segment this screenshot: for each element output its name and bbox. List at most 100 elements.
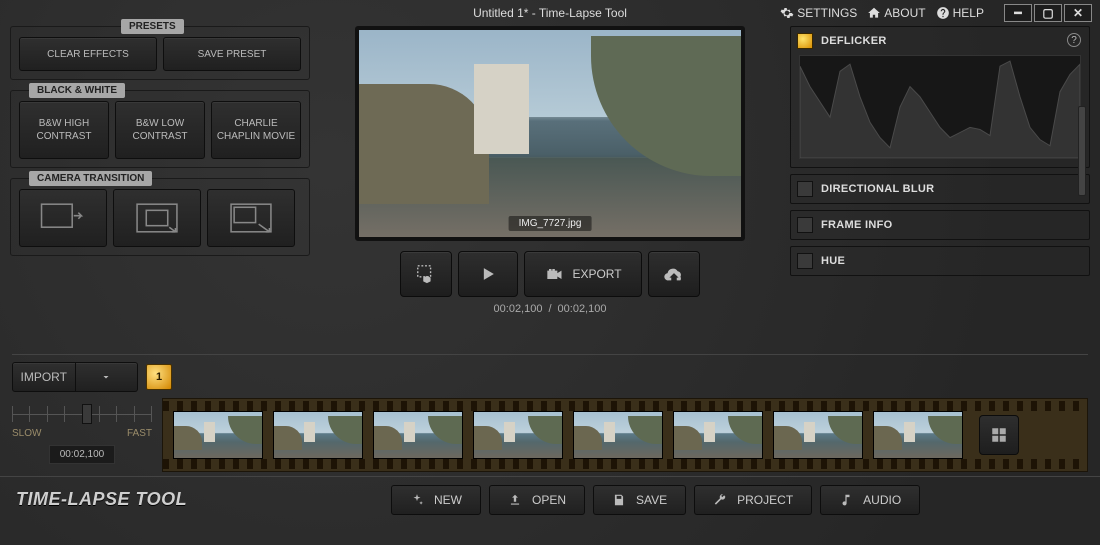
window-close-button[interactable]: ✕	[1064, 4, 1092, 22]
save-button[interactable]: SAVE	[593, 485, 686, 515]
region-icon	[415, 263, 437, 285]
speed-slider[interactable]	[12, 402, 152, 426]
open-button[interactable]: OPEN	[489, 485, 585, 515]
timeline-ruler[interactable]	[12, 348, 1088, 360]
black-white-group: BLACK & WHITE B&W HIGH CONTRAST B&W LOW …	[10, 90, 310, 168]
hue-label: HUE	[821, 255, 845, 267]
presets-group-label: PRESETS	[121, 19, 184, 34]
preview-viewport[interactable]: IMG_7727.jpg	[355, 26, 745, 241]
effects-scrollbar[interactable]	[1078, 106, 1086, 196]
import-dropdown-button[interactable]	[76, 362, 139, 392]
filmstrip-frame[interactable]	[773, 411, 863, 459]
black-white-group-label: BLACK & WHITE	[29, 83, 125, 98]
region-select-button[interactable]	[400, 251, 452, 297]
camera-transition-group-label: CAMERA TRANSITION	[29, 171, 152, 186]
menu-help-label: HELP	[953, 6, 984, 20]
filmstrip-frame[interactable]	[273, 411, 363, 459]
deflicker-graph	[799, 55, 1081, 159]
hue-toggle[interactable]	[797, 253, 813, 269]
filmstrip-frame[interactable]	[373, 411, 463, 459]
menu-settings-label: SETTINGS	[797, 6, 857, 20]
transition-in-icon	[134, 201, 180, 235]
deflicker-help-icon[interactable]: ?	[1067, 33, 1081, 47]
cloud-upload-icon	[663, 263, 685, 285]
speed-control: SLOW FAST 00:02,100	[12, 398, 152, 464]
presets-group: PRESETS CLEAR EFFECTS SAVE PRESET	[10, 26, 310, 80]
effect-frame-info[interactable]: FRAME INFO	[790, 210, 1090, 240]
play-icon	[478, 264, 498, 284]
menu-settings[interactable]: SETTINGS	[780, 6, 857, 20]
save-preset-button[interactable]: SAVE PRESET	[163, 37, 301, 71]
camera-transition-group: CAMERA TRANSITION	[10, 178, 310, 256]
grid-icon	[990, 426, 1008, 444]
deflicker-toggle[interactable]	[797, 33, 813, 49]
speed-slider-thumb[interactable]	[82, 404, 92, 424]
frame-info-toggle[interactable]	[797, 217, 813, 233]
deflicker-label: DEFLICKER	[821, 35, 887, 47]
export-button[interactable]: EXPORT	[524, 251, 642, 297]
speed-fast-label: FAST	[127, 428, 152, 439]
timecode-sep: /	[548, 303, 551, 315]
top-menu: SETTINGS ABOUT HELP ━ ▢ ✕	[780, 0, 1092, 26]
frame-info-label: FRAME INFO	[821, 219, 892, 231]
filmstrip[interactable]	[162, 398, 1088, 472]
transition-out-icon	[228, 201, 274, 235]
filmstrip-frame[interactable]	[673, 411, 763, 459]
project-label: PROJECT	[737, 493, 793, 507]
import-button[interactable]: IMPORT	[12, 362, 76, 392]
window-controls: ━ ▢ ✕	[1004, 4, 1092, 22]
export-label: EXPORT	[572, 267, 621, 281]
gear-icon	[780, 6, 794, 20]
project-button[interactable]: PROJECT	[694, 485, 812, 515]
window-minimize-button[interactable]: ━	[1004, 4, 1032, 22]
play-button[interactable]	[458, 251, 518, 297]
save-icon	[612, 493, 626, 507]
filmstrip-grid-button[interactable]	[979, 415, 1019, 455]
camera-transition-right-button[interactable]	[19, 189, 107, 247]
open-label: OPEN	[532, 493, 566, 507]
new-button[interactable]: NEW	[391, 485, 481, 515]
menu-about[interactable]: ABOUT	[867, 6, 925, 20]
camera-transition-out-button[interactable]	[207, 189, 295, 247]
effect-hue[interactable]: HUE	[790, 246, 1090, 276]
window-maximize-button[interactable]: ▢	[1034, 4, 1062, 22]
home-icon	[867, 6, 881, 20]
charlie-chaplin-button[interactable]: CHARLIE CHAPLIN MOVIE	[211, 101, 301, 159]
menu-about-label: ABOUT	[884, 6, 925, 20]
directional-blur-toggle[interactable]	[797, 181, 813, 197]
help-icon	[936, 6, 950, 20]
clip-chip-1[interactable]: 1	[146, 364, 172, 390]
filmstrip-frame[interactable]	[473, 411, 563, 459]
chevron-down-icon	[100, 371, 112, 383]
filmstrip-frame[interactable]	[173, 411, 263, 459]
timecode-total: 00:02,100	[558, 303, 607, 315]
music-icon	[839, 493, 853, 507]
directional-blur-label: DIRECTIONAL BLUR	[821, 183, 934, 195]
save-label: SAVE	[636, 493, 667, 507]
bw-low-contrast-button[interactable]: B&W LOW CONTRAST	[115, 101, 205, 159]
filmstrip-frame[interactable]	[873, 411, 963, 459]
audio-label: AUDIO	[863, 493, 901, 507]
window-title: Untitled 1* - Time-Lapse Tool	[473, 6, 627, 20]
speed-slow-label: SLOW	[12, 428, 41, 439]
open-icon	[508, 493, 522, 507]
camera-icon	[544, 264, 564, 284]
clear-effects-button[interactable]: CLEAR EFFECTS	[19, 37, 157, 71]
effect-directional-blur[interactable]: DIRECTIONAL BLUR	[790, 174, 1090, 204]
menu-help[interactable]: HELP	[936, 6, 984, 20]
timecode-display: 00:02,100 / 00:02,100	[494, 303, 607, 315]
speed-timecode: 00:02,100	[49, 445, 116, 464]
new-icon	[410, 493, 424, 507]
filmstrip-frame[interactable]	[573, 411, 663, 459]
transition-right-icon	[40, 201, 86, 235]
wrench-icon	[713, 493, 727, 507]
preview-filename: IMG_7727.jpg	[509, 216, 592, 231]
timecode-current: 00:02,100	[494, 303, 543, 315]
effect-deflicker[interactable]: DEFLICKER ?	[790, 26, 1090, 168]
app-logo: TIME-LAPSE TOOL	[16, 489, 187, 510]
bw-high-contrast-button[interactable]: B&W HIGH CONTRAST	[19, 101, 109, 159]
camera-transition-in-button[interactable]	[113, 189, 201, 247]
new-label: NEW	[434, 493, 462, 507]
upload-button[interactable]	[648, 251, 700, 297]
audio-button[interactable]: AUDIO	[820, 485, 920, 515]
